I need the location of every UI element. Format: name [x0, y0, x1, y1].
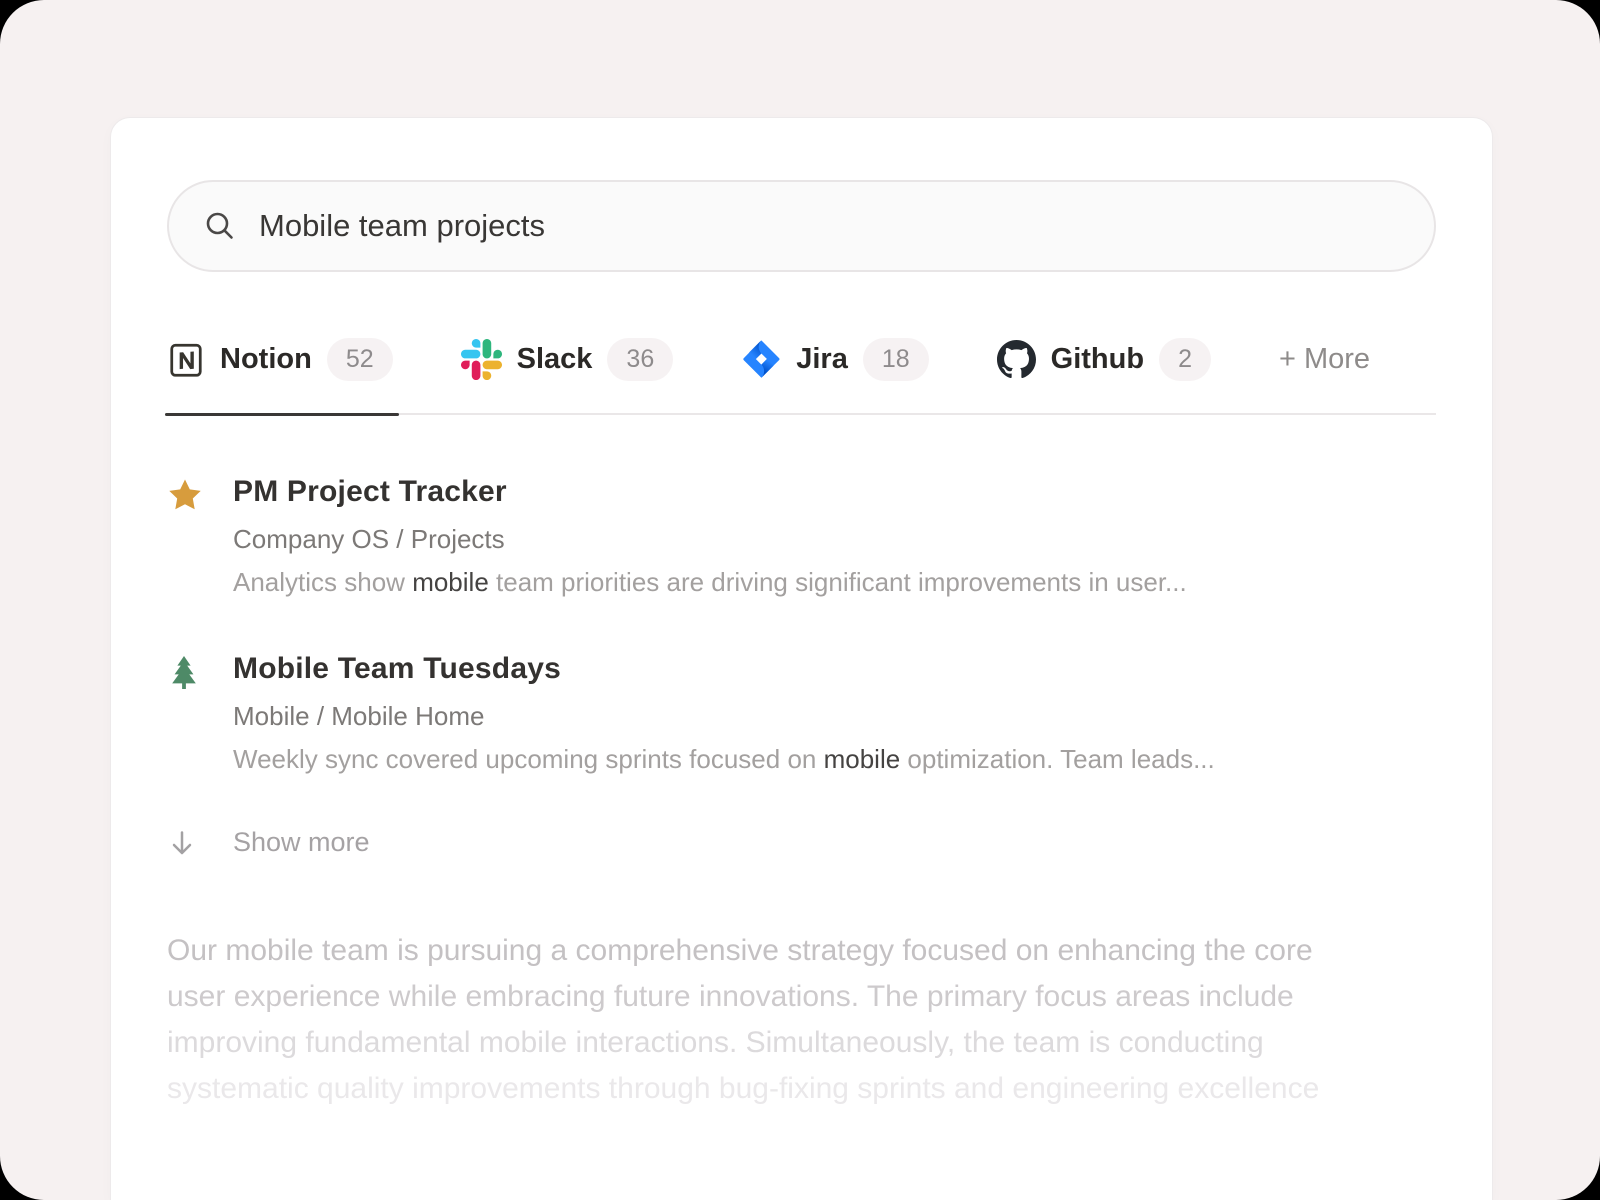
tab-github-label: Github	[1051, 343, 1144, 376]
result-title: Mobile Team Tuesdays	[233, 652, 1215, 686]
tab-slack[interactable]: Slack 36	[461, 338, 674, 381]
slack-icon	[461, 339, 502, 380]
tab-github[interactable]: Github 2	[997, 338, 1211, 381]
search-icon	[203, 209, 237, 243]
summary-line: systematic quality improvements through …	[167, 1066, 1436, 1112]
tab-jira-count: 18	[863, 338, 929, 381]
summary-line: Our mobile team is pursuing a comprehens…	[167, 928, 1436, 974]
search-input[interactable]	[259, 208, 1400, 244]
result-breadcrumb: Company OS / Projects	[233, 524, 1187, 555]
ai-summary-text: Our mobile team is pursuing a comprehens…	[167, 928, 1436, 1112]
tab-more[interactable]: + More	[1279, 343, 1370, 376]
search-results-card: Notion 52 Slack 3	[110, 117, 1493, 1200]
summary-line: user experience while embracing future i…	[167, 974, 1436, 1020]
tab-notion[interactable]: Notion 52	[167, 338, 393, 381]
result-snippet: Weekly sync covered upcoming sprints foc…	[233, 744, 1215, 775]
jira-icon	[741, 340, 781, 380]
result-title: PM Project Tracker	[233, 475, 1187, 509]
source-tabs: Notion 52 Slack 3	[167, 338, 1436, 415]
results-list: PM Project Tracker Company OS / Projects…	[167, 475, 1436, 775]
result-mobile-team-tuesdays[interactable]: Mobile Team Tuesdays Mobile / Mobile Hom…	[167, 652, 1436, 775]
result-breadcrumb: Mobile / Mobile Home	[233, 701, 1215, 732]
search-overlay-screen: Notion 52 Slack 3	[0, 0, 1600, 1200]
tab-notion-label: Notion	[220, 343, 312, 376]
show-more-label: Show more	[233, 827, 370, 858]
notion-icon	[167, 341, 205, 379]
tab-notion-count: 52	[327, 338, 393, 381]
star-icon	[167, 475, 207, 598]
tab-jira-label: Jira	[796, 343, 848, 376]
tab-jira[interactable]: Jira 18	[741, 338, 928, 381]
tree-icon	[167, 652, 207, 775]
result-content: Mobile Team Tuesdays Mobile / Mobile Hom…	[233, 652, 1215, 775]
snippet-highlight: mobile	[412, 567, 489, 597]
tab-github-count: 2	[1159, 338, 1211, 381]
tab-slack-count: 36	[607, 338, 673, 381]
search-bar[interactable]	[167, 180, 1436, 272]
snippet-highlight: mobile	[824, 744, 901, 774]
result-snippet: Analytics show mobile team priorities ar…	[233, 567, 1187, 598]
result-pm-project-tracker[interactable]: PM Project Tracker Company OS / Projects…	[167, 475, 1436, 598]
arrow-down-icon	[167, 828, 197, 858]
summary-line: improving fundamental mobile interaction…	[167, 1020, 1436, 1066]
tab-slack-label: Slack	[517, 343, 593, 376]
result-content: PM Project Tracker Company OS / Projects…	[233, 475, 1187, 598]
show-more-button[interactable]: Show more	[167, 827, 1436, 858]
github-icon	[997, 340, 1036, 379]
